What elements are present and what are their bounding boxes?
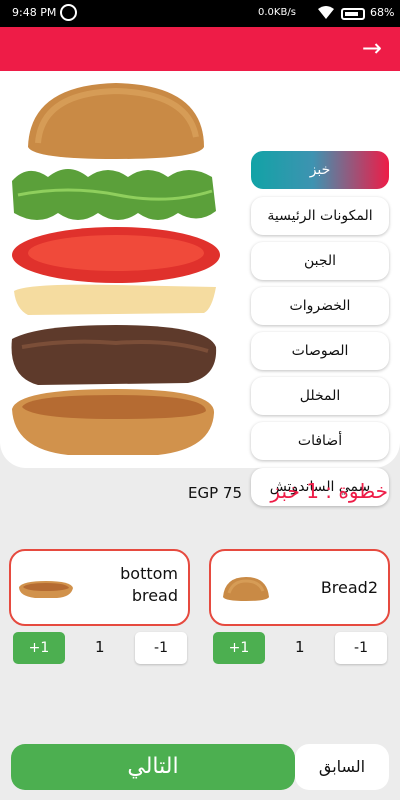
increase-button[interactable]: +1: [213, 632, 265, 664]
category-cheese[interactable]: الجبن: [251, 242, 389, 280]
next-button[interactable]: التالي: [11, 744, 295, 790]
step-row: EGP 75 خطوة : 1 خبز: [0, 470, 400, 514]
category-main-ingredients[interactable]: المكونات الرئيسية: [251, 197, 389, 235]
burger-builder-panel: خبز المكونات الرئيسية الجبن الخضروات الص…: [0, 71, 400, 506]
category-sauces[interactable]: الصوصات: [251, 332, 389, 370]
whatsapp-icon: [60, 4, 77, 21]
wifi-icon: [318, 6, 334, 19]
quantity-value: 1: [295, 638, 305, 656]
bread2-image: [223, 577, 269, 601]
app-bar: →: [0, 27, 400, 71]
decrease-button[interactable]: -1: [135, 632, 187, 664]
network-speed: 0.0KB/s: [258, 7, 296, 18]
option-card-bottom-bread[interactable]: bottom bread: [9, 549, 190, 626]
bottom-bread-image: [19, 581, 73, 598]
arrow-right-icon[interactable]: →: [362, 34, 382, 62]
price-label: EGP 75: [188, 484, 243, 502]
category-bread[interactable]: خبز: [251, 151, 389, 189]
status-time: 9:48 PM: [12, 6, 57, 19]
category-vegetables[interactable]: الخضروات: [251, 287, 389, 325]
battery-percent: 68%: [370, 6, 395, 19]
option-name: bottom bread: [120, 564, 178, 605]
category-additions[interactable]: أضافات: [251, 422, 389, 460]
status-bar: 9:48 PM 0.0KB/s 68%: [0, 0, 400, 27]
burger-illustration: [11, 83, 220, 455]
option-card-bread2[interactable]: Bread2: [209, 549, 390, 626]
decrease-button[interactable]: -1: [335, 632, 387, 664]
step-label: خطوة : 1 خبز: [270, 479, 388, 503]
increase-button[interactable]: +1: [13, 632, 65, 664]
battery-icon: [341, 8, 365, 20]
previous-button[interactable]: السابق: [295, 744, 389, 790]
option-name: Bread2: [320, 578, 378, 597]
category-pickles[interactable]: المخلل: [251, 377, 389, 415]
quantity-value: 1: [95, 638, 105, 656]
